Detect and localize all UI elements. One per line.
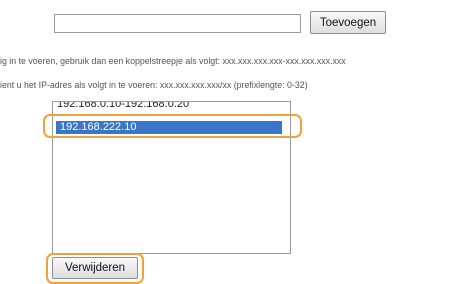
list-item[interactable]: 192.168.0.10-192.168.0.20 <box>53 102 290 111</box>
ip-address-input[interactable] <box>54 14 301 33</box>
delete-button[interactable]: Verwijderen <box>52 257 138 279</box>
ip-address-listbox[interactable]: 192.168.0.10-192.168.0.20 192.168.222.10 <box>52 101 291 254</box>
prefix-input-hint: ient u het IP-adres als volgt in te voer… <box>0 80 308 90</box>
range-input-hint: ig in te voeren, gebruik dan een koppels… <box>0 56 346 66</box>
list-item-selected[interactable]: 192.168.222.10 <box>56 121 282 134</box>
add-button[interactable]: Toevoegen <box>310 11 386 34</box>
